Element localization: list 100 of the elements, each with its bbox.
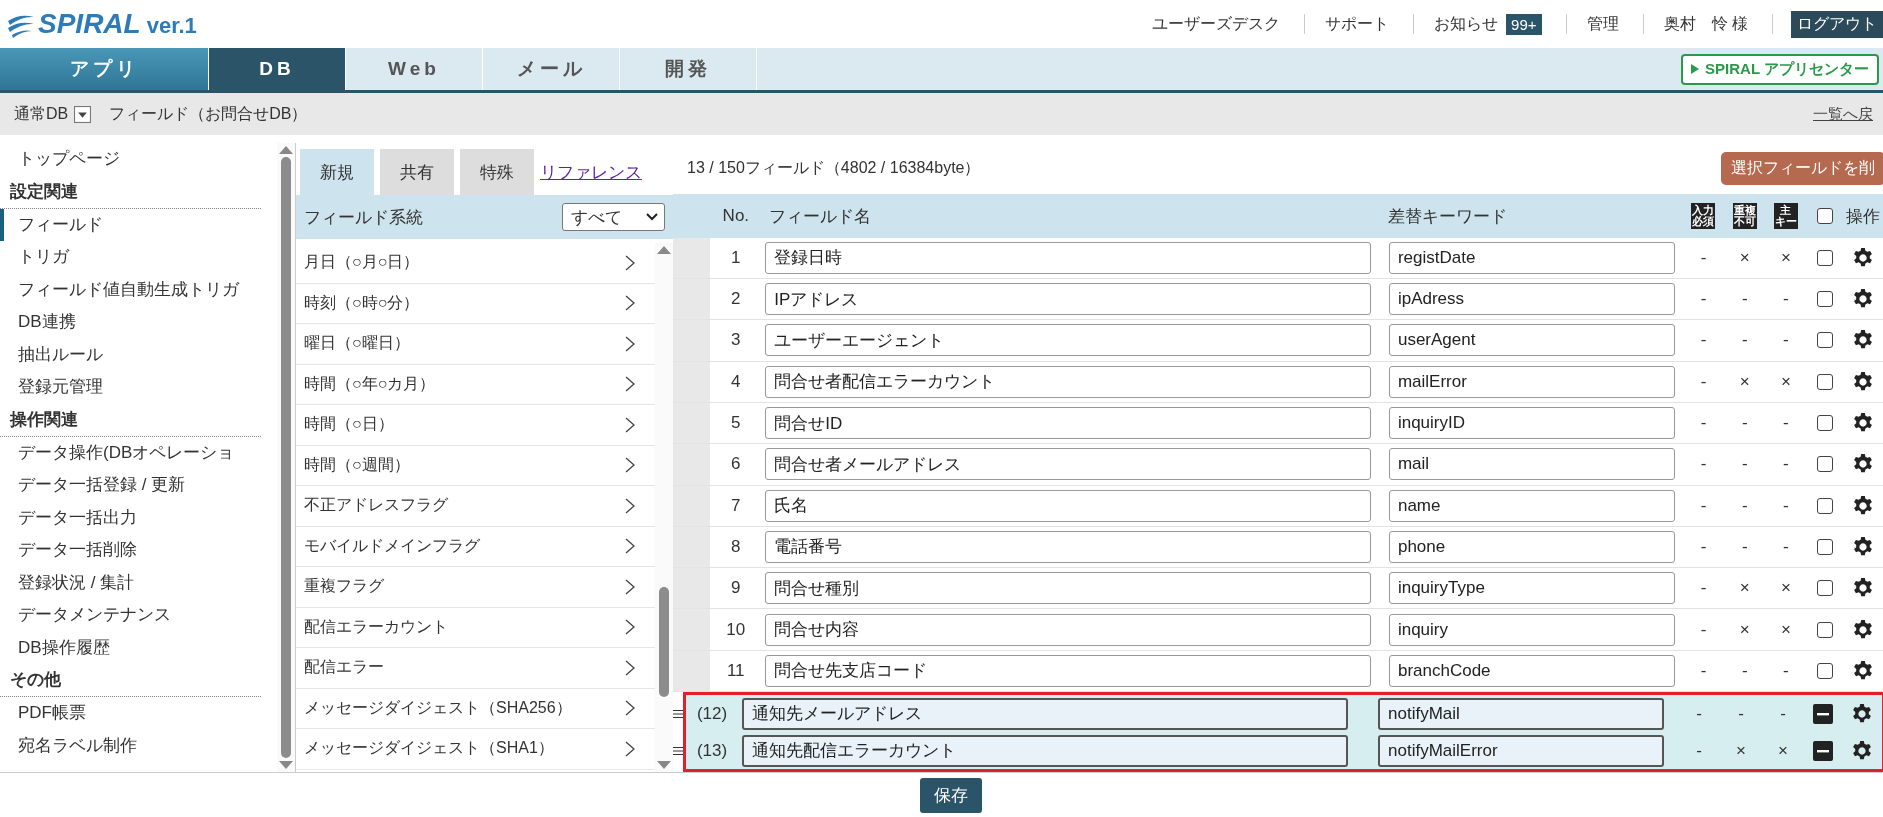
sidebar-item[interactable]: 抽出ルール: [0, 338, 277, 371]
row-checkbox[interactable]: [1817, 580, 1834, 597]
scrollbar[interactable]: [655, 243, 673, 772]
header-link[interactable]: 管理: [1566, 13, 1627, 35]
header-link[interactable]: ユーザーズデスク: [1132, 13, 1289, 35]
settings-icon[interactable]: [1851, 739, 1873, 762]
row-checkbox[interactable]: [1817, 291, 1834, 308]
field-name-input[interactable]: 登録日時: [765, 241, 1372, 274]
row-checkbox[interactable]: [1817, 621, 1834, 638]
remove-icon[interactable]: [1813, 740, 1833, 761]
app-center-button[interactable]: SPIRAL アプリセンター: [1681, 53, 1879, 85]
field-name-input[interactable]: 問合せ者メールアドレス: [765, 448, 1372, 481]
keyword-input[interactable]: phone: [1388, 530, 1675, 563]
field-name-input[interactable]: 問合せ種別: [765, 572, 1372, 605]
filter-select[interactable]: すべて: [562, 203, 665, 231]
field-type-item[interactable]: 曜日（○曜日）: [296, 324, 655, 365]
settings-icon[interactable]: [1852, 246, 1875, 269]
header-link[interactable]: 奥村 怜 様: [1643, 13, 1756, 35]
drag-handle-icon[interactable]: [673, 746, 683, 755]
sidebar-item[interactable]: 登録状況 / 集計: [0, 566, 277, 599]
field-type-item[interactable]: 配信エラー: [296, 648, 655, 689]
field-name-input[interactable]: 問合せ内容: [765, 613, 1372, 646]
field-name-input[interactable]: ユーザーエージェント: [765, 324, 1372, 357]
sidebar-item[interactable]: フィールド値自動生成トリガ: [0, 273, 277, 306]
select-all-checkbox[interactable]: [1817, 208, 1834, 224]
keyword-input[interactable]: mail: [1388, 448, 1675, 481]
sidebar-item[interactable]: トリガ: [0, 241, 277, 274]
remove-icon[interactable]: [1813, 703, 1833, 724]
settings-icon[interactable]: [1852, 370, 1875, 393]
field-name-input[interactable]: 通知先メールアドレス: [742, 697, 1348, 730]
settings-icon[interactable]: [1852, 618, 1875, 641]
sidebar-item[interactable]: DB連携: [0, 306, 277, 339]
reference-link[interactable]: リファレンス: [540, 160, 642, 184]
type-tab[interactable]: 共有: [380, 149, 454, 195]
sidebar-item[interactable]: 宛名ラベル制作: [0, 729, 277, 762]
field-name-input[interactable]: 通知先配信エラーカウント: [742, 734, 1348, 767]
field-type-item[interactable]: 時間（○年○カ月）: [296, 364, 655, 405]
keyword-input[interactable]: branchCode: [1388, 654, 1675, 687]
sidebar-item[interactable]: データ一括出力: [0, 501, 277, 534]
keyword-input[interactable]: userAgent: [1388, 324, 1675, 357]
keyword-input[interactable]: inquiryID: [1388, 407, 1675, 440]
row-checkbox[interactable]: [1817, 373, 1834, 390]
sidebar-item[interactable]: データメンテナンス: [0, 599, 277, 632]
row-checkbox[interactable]: [1817, 662, 1834, 679]
keyword-input[interactable]: inquiry: [1388, 613, 1675, 646]
field-type-label: 時刻（○時○分）: [304, 292, 420, 313]
sidebar-item[interactable]: データ操作(DBオペレーショ: [0, 436, 277, 469]
field-type-item[interactable]: 配信エラーカウント: [296, 607, 655, 648]
row-checkbox[interactable]: [1817, 332, 1834, 349]
row-checkbox[interactable]: [1817, 497, 1834, 514]
field-type-item[interactable]: メッセージダイジェスト（SHA256）: [296, 688, 655, 729]
keyword-input[interactable]: registDate: [1388, 241, 1675, 274]
settings-icon[interactable]: [1852, 494, 1875, 517]
field-type-item[interactable]: 重複フラグ: [296, 567, 655, 608]
row-checkbox[interactable]: [1817, 538, 1834, 555]
field-type-item[interactable]: 月日（○月○日）: [296, 243, 655, 284]
field-name-input[interactable]: 問合せ者配信エラーカウント: [765, 365, 1372, 398]
drag-handle-icon[interactable]: [673, 709, 683, 718]
sidebar-item[interactable]: PDF帳票: [0, 697, 277, 730]
type-tab[interactable]: 特殊: [460, 149, 534, 195]
field-name-input[interactable]: IPアドレス: [765, 283, 1372, 316]
keyword-input[interactable]: mailError: [1388, 365, 1675, 398]
sidebar-item[interactable]: DB操作履歴: [0, 631, 277, 664]
field-type-item[interactable]: 不正アドレスフラグ: [296, 486, 655, 527]
field-type-item[interactable]: メッセージダイジェスト（SHA1）: [296, 729, 655, 770]
sidebar-item[interactable]: データ一括削除: [0, 534, 277, 567]
keyword-input[interactable]: inquiryType: [1388, 572, 1675, 605]
field-name-input[interactable]: 電話番号: [765, 530, 1372, 563]
field-name-input[interactable]: 氏名: [765, 489, 1372, 522]
sidebar-item[interactable]: 登録元管理: [0, 371, 277, 404]
field-type-item[interactable]: モバイルドメインフラグ: [296, 526, 655, 567]
keyword-input[interactable]: notifyMail: [1378, 697, 1664, 730]
scrollbar[interactable]: [277, 143, 295, 772]
header-link[interactable]: お知らせ: [1414, 13, 1507, 35]
sidebar-item[interactable]: トップページ: [0, 143, 277, 176]
keyword-input[interactable]: ipAdress: [1388, 283, 1675, 316]
nav-tab[interactable]: DB: [209, 48, 346, 90]
field-name-input[interactable]: 問合せ先支店コード: [765, 654, 1372, 687]
field-type-item[interactable]: 時間（○週間）: [296, 445, 655, 486]
dropdown-icon[interactable]: [74, 105, 92, 123]
field-type-item[interactable]: 時刻（○時○分）: [296, 283, 655, 324]
sidebar-item[interactable]: データ一括登録 / 更新: [0, 469, 277, 502]
field-name-input[interactable]: 問合せID: [765, 407, 1372, 440]
row-checkbox[interactable]: [1817, 415, 1834, 432]
header-link[interactable]: サポート: [1305, 13, 1398, 35]
field-type-item[interactable]: 時間（○日）: [296, 405, 655, 446]
back-link[interactable]: 一覧へ戻: [1813, 104, 1873, 124]
nav-tab[interactable]: アプリ: [0, 48, 209, 90]
logout-button[interactable]: ログアウト: [1791, 10, 1883, 38]
row-checkbox[interactable]: [1817, 456, 1834, 473]
row-checkbox[interactable]: [1817, 249, 1834, 266]
logo-text[interactable]: SPIRAL: [38, 9, 141, 39]
keyword-input[interactable]: notifyMailError: [1378, 734, 1664, 767]
settings-icon[interactable]: [1852, 659, 1875, 682]
save-button[interactable]: 保存: [920, 777, 982, 813]
settings-icon[interactable]: [1852, 535, 1875, 558]
delete-selected-button[interactable]: 選択フィールドを削: [1721, 152, 1883, 186]
settings-icon[interactable]: [1851, 702, 1873, 725]
keyword-input[interactable]: name: [1388, 489, 1675, 522]
type-tab[interactable]: 新規: [300, 149, 374, 195]
